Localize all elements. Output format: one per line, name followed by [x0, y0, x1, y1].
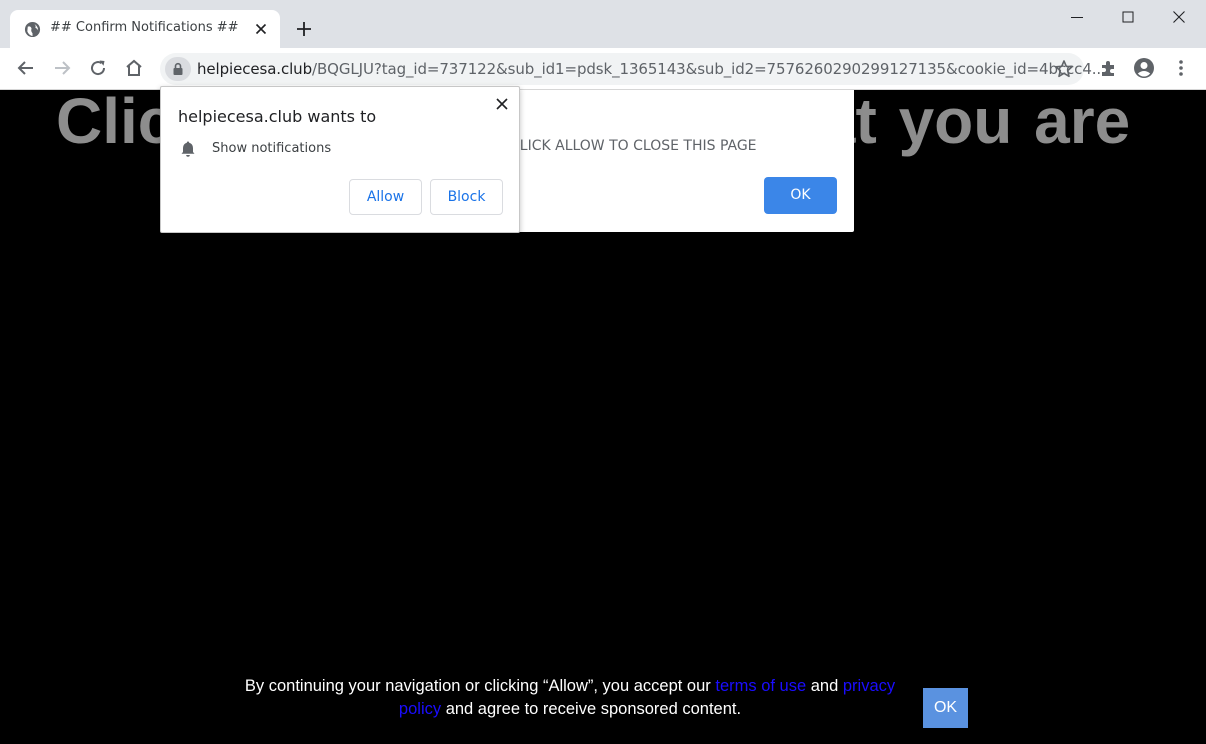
tab-close-icon[interactable]: [253, 21, 269, 37]
bell-icon: [181, 141, 195, 157]
footer-text-3: and agree to receive sponsored content.: [441, 700, 742, 718]
allow-button[interactable]: Allow: [349, 179, 422, 215]
page-alert-dialog: CLICK ALLOW TO CLOSE THIS PAGE OK: [510, 90, 854, 232]
address-bar[interactable]: helpiecesa.club/BQGLJU?tag_id=737122&sub…: [160, 53, 1106, 85]
reload-icon[interactable]: [87, 57, 109, 79]
tab-title: ## Confirm Notifications ##: [50, 20, 239, 35]
notification-permission-prompt: helpiecesa.club wants to Show notificati…: [160, 86, 520, 233]
permission-close-icon[interactable]: [495, 97, 509, 111]
footer-ok-button[interactable]: OK: [923, 688, 968, 728]
block-button[interactable]: Block: [430, 179, 503, 215]
browser-toolbar: helpiecesa.club/BQGLJU?tag_id=737122&sub…: [0, 48, 1206, 90]
extensions-puzzle-icon[interactable]: [1098, 57, 1120, 79]
footer-text-2: and: [806, 677, 843, 695]
back-arrow-icon[interactable]: [15, 57, 37, 79]
maximize-icon[interactable]: [1117, 6, 1139, 28]
terms-of-use-link[interactable]: terms of use: [715, 677, 806, 695]
home-icon[interactable]: [123, 57, 145, 79]
minimize-icon[interactable]: [1066, 6, 1088, 28]
forward-arrow-icon[interactable]: [51, 57, 73, 79]
browser-titlebar: ## Confirm Notifications ##: [0, 0, 1206, 48]
alert-ok-button[interactable]: OK: [764, 177, 837, 214]
menu-kebab-icon[interactable]: [1170, 57, 1192, 79]
url-text: helpiecesa.club/BQGLJU?tag_id=737122&sub…: [197, 60, 1106, 78]
globe-icon: [24, 21, 41, 38]
new-tab-icon[interactable]: [294, 19, 314, 39]
url-path: /BQGLJU?tag_id=737122&sub_id1=pdsk_13651…: [312, 60, 1106, 78]
permission-description: Show notifications: [212, 141, 332, 156]
lock-icon: [173, 62, 183, 75]
permission-title: helpiecesa.club wants to: [178, 107, 377, 126]
site-info-button[interactable]: [165, 57, 191, 81]
url-host: helpiecesa.club: [197, 60, 313, 78]
bookmark-star-icon[interactable]: [1053, 58, 1075, 80]
profile-avatar-icon[interactable]: [1133, 57, 1155, 79]
alert-message: CLICK ALLOW TO CLOSE THIS PAGE: [510, 138, 757, 154]
window-close-icon[interactable]: [1168, 6, 1190, 28]
consent-footer-text: By continuing your navigation or clickin…: [230, 675, 910, 721]
browser-tab[interactable]: ## Confirm Notifications ##: [10, 10, 280, 48]
footer-text-1: By continuing your navigation or clickin…: [244, 677, 716, 695]
